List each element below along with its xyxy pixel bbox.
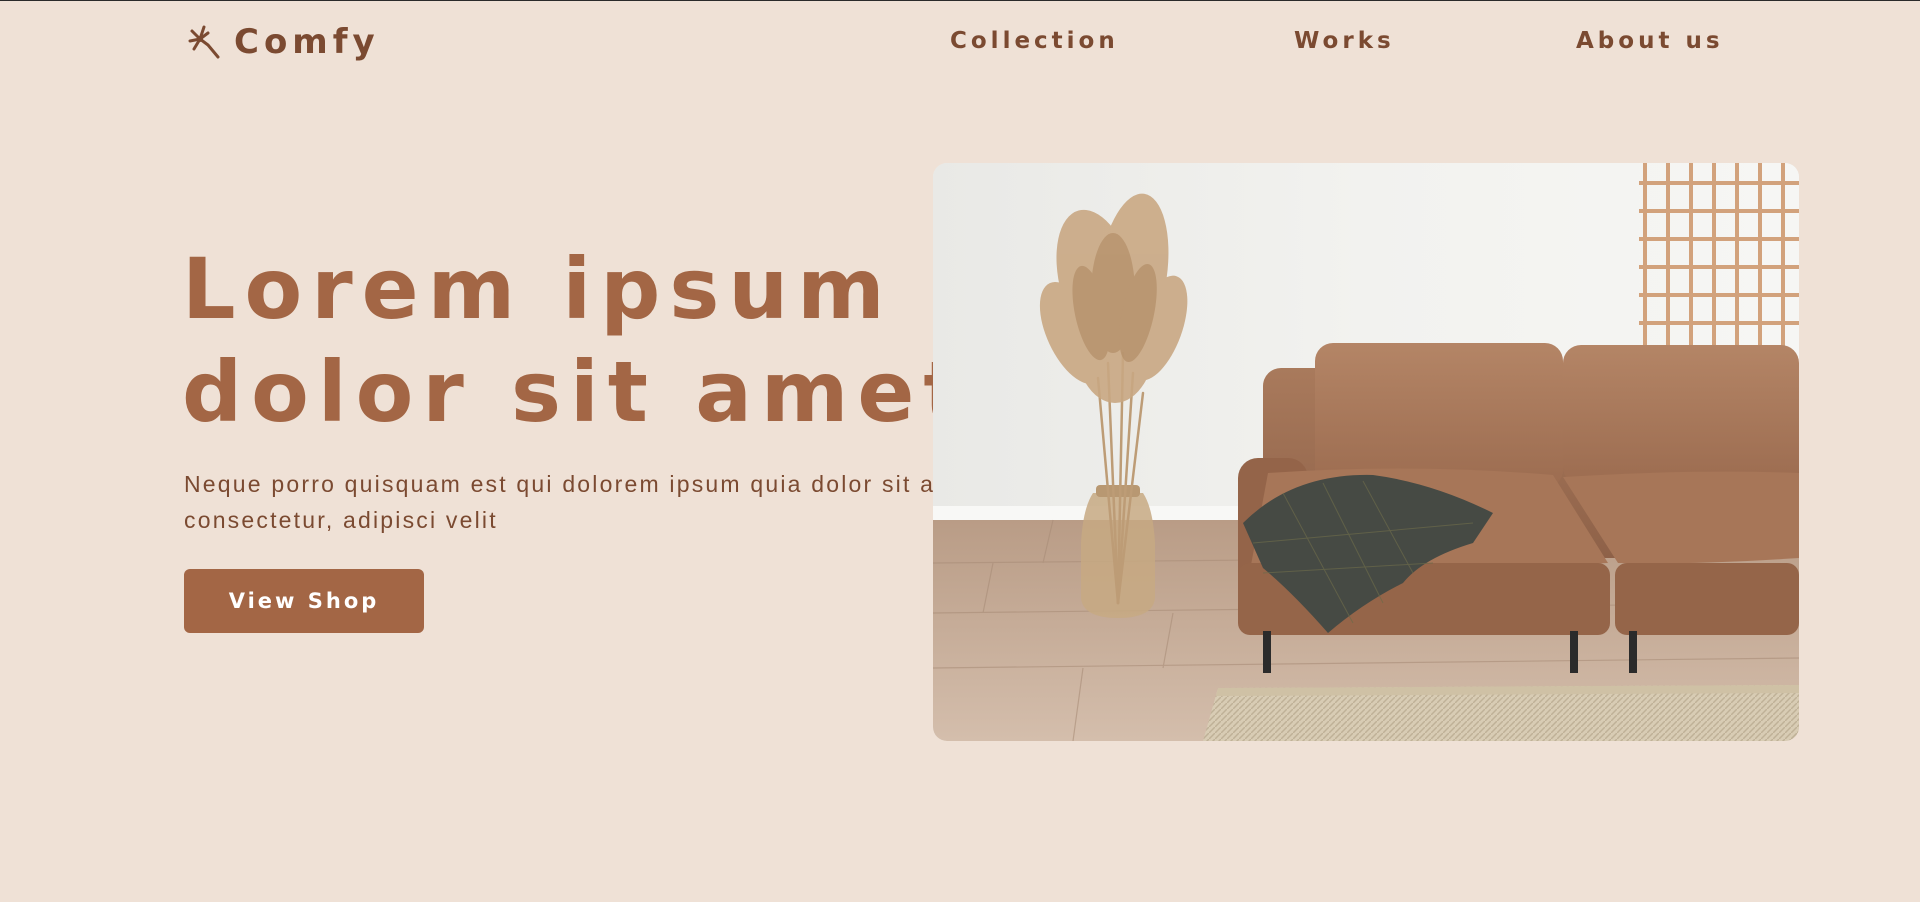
top-border <box>0 0 1920 1</box>
flower-icon <box>188 25 220 59</box>
nav-about-us[interactable]: About us <box>1576 28 1724 54</box>
view-shop-button[interactable]: View Shop <box>184 569 424 633</box>
logo[interactable]: Comfy <box>188 22 380 62</box>
hero-subtitle: Neque porro quisquam est qui dolorem ips… <box>184 471 989 533</box>
hero-title: Lorem ipsum dolor sit amet <box>182 238 973 444</box>
nav-works[interactable]: Works <box>1294 28 1395 54</box>
nav-collection[interactable]: Collection <box>950 28 1119 54</box>
hero-title-line-2: dolor sit amet <box>182 343 973 441</box>
sofa-photo <box>933 163 1799 741</box>
logo-text: Comfy <box>234 22 380 62</box>
hero-title-line-1: Lorem ipsum <box>182 240 894 338</box>
